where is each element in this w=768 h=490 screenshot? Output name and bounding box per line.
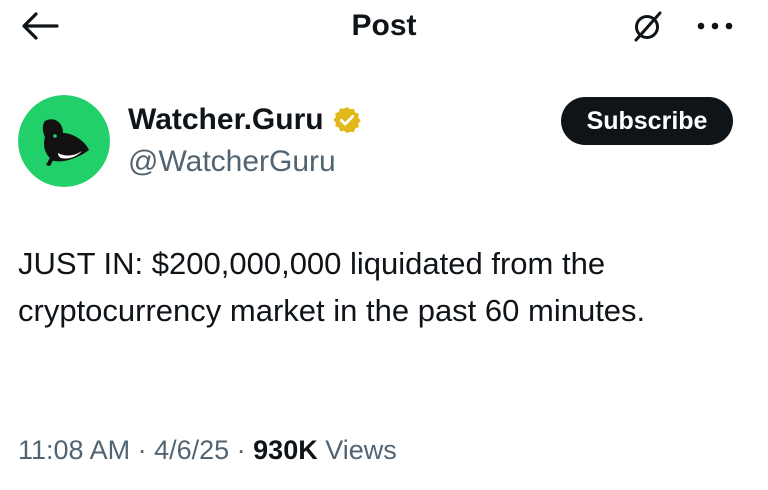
author-display-name[interactable]: Watcher.Guru <box>128 101 324 139</box>
author-handle[interactable]: @WatcherGuru <box>128 143 336 181</box>
more-options-button[interactable] <box>690 8 740 44</box>
post-time[interactable]: 11:08 AM <box>18 435 130 465</box>
verified-badge-icon <box>332 106 361 134</box>
grok-button[interactable] <box>628 6 668 46</box>
meta-separator: · <box>130 435 155 465</box>
verified-badge[interactable] <box>332 105 362 135</box>
post-text: JUST IN: $200,000,000 liquidated from th… <box>18 246 646 328</box>
author-name-row: Watcher.Guru <box>128 101 362 139</box>
post-metadata: 11:08 AM · 4/6/25 · 930K Views <box>18 432 397 468</box>
grok-icon <box>634 11 662 42</box>
meta-separator: · <box>229 435 254 465</box>
post-date[interactable]: 4/6/25 <box>154 435 229 465</box>
views-count[interactable]: 930K <box>253 435 318 465</box>
more-horizontal-icon <box>697 22 733 30</box>
views-label: Views <box>317 435 397 465</box>
subscribe-button[interactable]: Subscribe <box>561 97 733 145</box>
avatar[interactable] <box>18 95 110 187</box>
top-bar: Post <box>0 0 768 52</box>
whale-logo-icon <box>18 95 110 187</box>
